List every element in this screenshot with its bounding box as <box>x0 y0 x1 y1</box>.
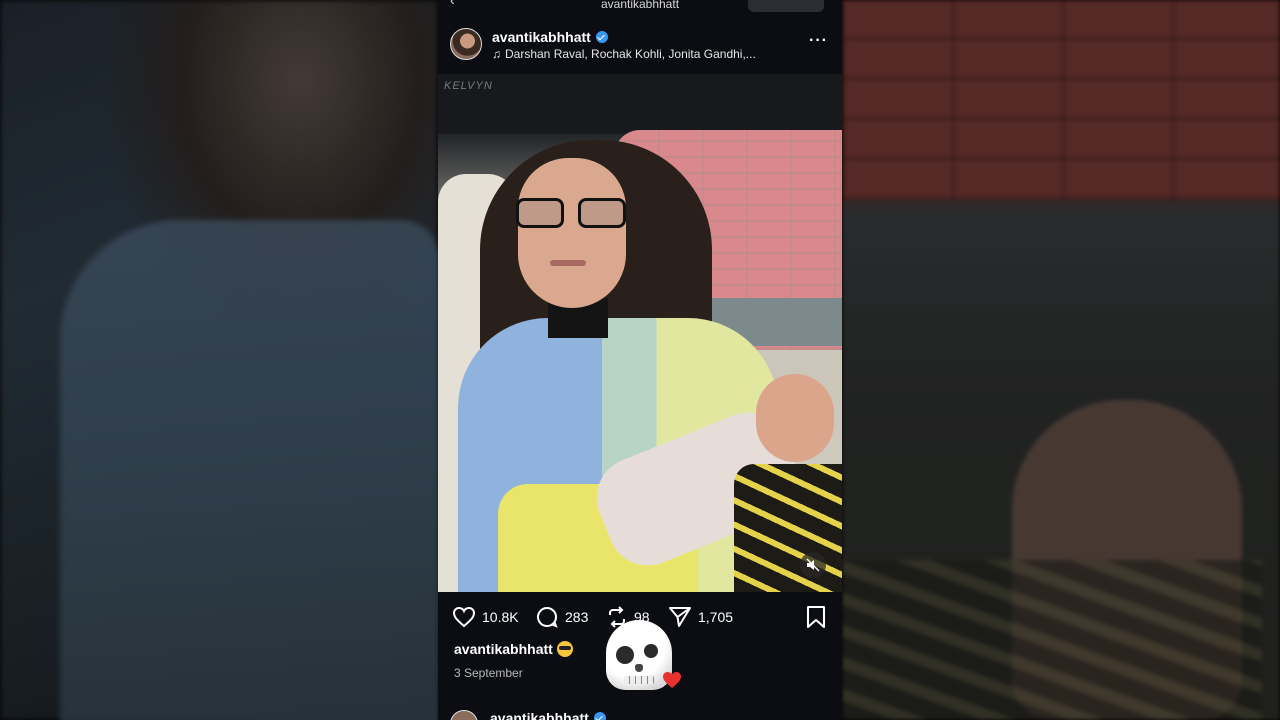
post-video[interactable]: KELVYN <box>438 74 842 592</box>
like-button[interactable]: 10.8K <box>452 604 519 630</box>
video-watermark: KELVYN <box>444 80 493 92</box>
mute-button[interactable] <box>800 552 826 578</box>
follow-button[interactable] <box>748 0 824 12</box>
comment-button[interactable]: 283 <box>535 604 588 630</box>
post-username[interactable]: avantikabhhatt <box>492 29 608 45</box>
next-post-username-text[interactable]: avantikabhhatt <box>490 710 589 720</box>
comment-icon <box>537 606 558 628</box>
next-post-header: avantikabhhatt <box>450 708 830 720</box>
speaker-muted-icon <box>806 558 820 572</box>
skull-heart-sticker <box>602 620 692 696</box>
more-options-icon[interactable]: ··· <box>809 32 828 50</box>
like-count: 10.8K <box>482 609 519 625</box>
share-count: 1,705 <box>698 609 734 625</box>
post-username-text[interactable]: avantikabhhatt <box>492 29 591 45</box>
caption: avantikabhhatt <box>454 641 573 657</box>
backdrop-right <box>842 0 1280 720</box>
next-post-username[interactable]: avantikabhhatt <box>490 710 606 720</box>
caption-username[interactable]: avantikabhhatt <box>454 641 553 657</box>
backdrop-left <box>0 0 440 720</box>
post-viewer: ‹ avantikabhhatt avantikabhhatt ♫ Darshan… <box>438 0 842 720</box>
comment-count: 283 <box>565 609 589 625</box>
music-credit[interactable]: ♫ Darshan Raval, Rochak Kohli, Jonita Gan… <box>492 47 756 61</box>
sunglasses-emoji-icon <box>556 641 573 657</box>
verified-badge-icon <box>595 31 608 43</box>
music-credit-text[interactable]: Darshan Raval, Rochak Kohli, Jonita Gand… <box>505 47 756 61</box>
avatar[interactable] <box>450 28 482 60</box>
bookmark-icon <box>807 606 825 628</box>
top-bar: ‹ avantikabhhatt <box>438 0 842 14</box>
save-button[interactable] <box>806 605 826 634</box>
post-date: 3 September <box>454 666 523 680</box>
heart-icon <box>452 606 476 628</box>
next-post-avatar[interactable] <box>450 710 478 720</box>
verified-badge-icon <box>593 712 606 720</box>
post-header: avantikabhhatt ♫ Darshan Raval, Rochak Ko… <box>438 22 842 72</box>
heart-emoji-icon <box>663 672 681 688</box>
music-note-icon: ♫ <box>492 47 501 61</box>
